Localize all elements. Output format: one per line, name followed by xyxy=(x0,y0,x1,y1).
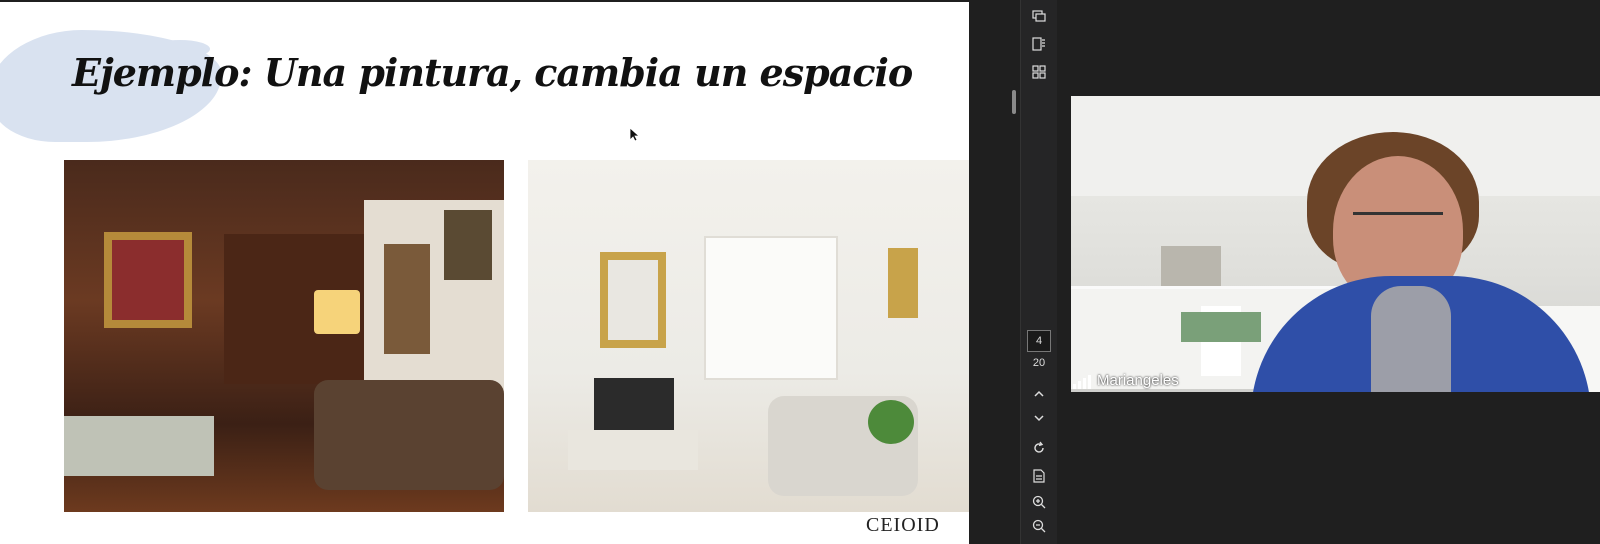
current-page-field[interactable]: 4 xyxy=(1027,330,1051,352)
painting xyxy=(888,248,918,318)
fireplace xyxy=(594,378,674,438)
coffee-table xyxy=(64,416,214,476)
viewer-toolbar: 4 20 xyxy=(1020,0,1057,544)
scrollbar-thumb[interactable] xyxy=(1012,90,1016,114)
grid-icon[interactable] xyxy=(1027,64,1051,86)
document-icon[interactable] xyxy=(1027,468,1051,490)
bookmark-icon[interactable] xyxy=(1027,36,1051,58)
participant-name-label: Mariangeles xyxy=(1073,372,1179,389)
zoom-out-icon[interactable] xyxy=(1027,518,1051,540)
plant xyxy=(868,400,914,444)
presentation-slide: Ejemplo: Una pintura, cambia un espacio … xyxy=(0,2,969,544)
refresh-icon[interactable] xyxy=(1027,440,1051,462)
painting xyxy=(112,240,184,320)
participant-name: Mariangeles xyxy=(1097,372,1179,389)
slide-title: Ejemplo: Una pintura, cambia un espacio xyxy=(72,50,913,95)
photo-traditional-living-room xyxy=(64,160,504,512)
glasses xyxy=(1353,212,1443,237)
slide-logo: CEIOID xyxy=(866,514,940,536)
chevron-down-icon[interactable] xyxy=(1027,408,1051,430)
coffee-table xyxy=(568,430,698,470)
zoom-in-icon[interactable] xyxy=(1027,494,1051,516)
sofa xyxy=(314,380,504,490)
total-pages: 20 xyxy=(1032,357,1046,369)
storage-box xyxy=(1181,312,1261,342)
lamp xyxy=(314,290,360,334)
scarf xyxy=(1371,286,1451,392)
chevron-up-icon[interactable] xyxy=(1027,384,1051,406)
chat-icon[interactable] xyxy=(1027,8,1051,30)
painting xyxy=(444,210,492,280)
participant-video[interactable] xyxy=(1071,96,1600,392)
signal-strength-icon xyxy=(1073,375,1091,389)
bookshelf xyxy=(704,236,838,380)
photo-bright-living-room xyxy=(528,160,969,512)
painting xyxy=(384,244,430,354)
shelf-items xyxy=(1161,246,1221,286)
mirror xyxy=(608,260,658,340)
mouse-pointer-icon xyxy=(630,128,640,142)
